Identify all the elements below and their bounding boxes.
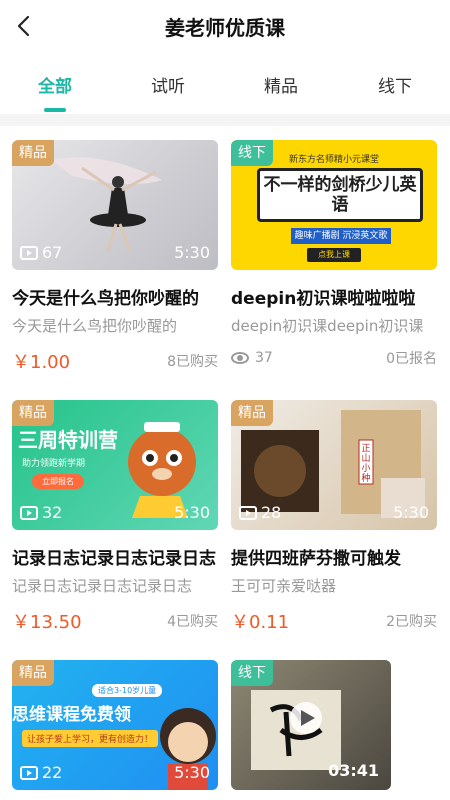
course-thumbnail: 精品 67 5:30 xyxy=(12,140,218,270)
duration: 5:30 xyxy=(174,503,210,522)
course-card[interactable]: 适合3-10岁儿童 思维课程免费领 让孩子爱上学习，更有创造力！ 精品 22 5… xyxy=(12,660,218,790)
course-card[interactable]: 三周特训营 助力领跑新学期 立即报名 精品 32 5:30 记录日志记录日志记录… xyxy=(12,400,218,634)
duration: 5:30 xyxy=(393,503,429,522)
course-card[interactable]: 精品 67 5:30 今天是什么鸟把你吵醒的 今天是什么鸟把你吵醒的 ￥1.00… xyxy=(12,140,218,374)
course-card[interactable]: 正山小种 精品 28 5:30 提供四班萨芬撒可触发 王可可亲爱哒器 ￥0.11… xyxy=(231,400,437,634)
course-price: ￥13.50 xyxy=(12,612,82,633)
course-title: 记录日志记录日志记录日志 xyxy=(12,549,216,569)
play-count: 67 xyxy=(42,243,63,262)
view-count: 37 xyxy=(255,350,273,366)
duration: 5:30 xyxy=(174,763,210,782)
tab-active-indicator xyxy=(44,108,66,112)
purchase-count: 2已购买 xyxy=(386,614,437,630)
app-header: 姜老师优质课 xyxy=(0,0,450,54)
play-count-icon xyxy=(239,505,257,520)
course-subtitle: 王可可亲爱哒器 xyxy=(231,577,337,595)
course-thumbnail: 适合3-10岁儿童 思维课程免费领 让孩子爱上学习，更有创造力！ 精品 22 5… xyxy=(12,660,218,790)
course-subtitle: deepin初识课deepin初识课 xyxy=(231,317,424,335)
play-count-icon xyxy=(20,765,38,780)
course-title: 今天是什么鸟把你吵醒的 xyxy=(12,289,199,309)
page-title: 姜老师优质课 xyxy=(165,16,285,40)
tab-premium[interactable]: 精品 xyxy=(226,72,336,97)
course-thumbnail: 新东方名师精小元课堂 不一样的剑桥少儿英语 趣味广播剧 沉浸英文歌 点我上课 线… xyxy=(231,140,437,270)
signup-count: 0已报名 xyxy=(386,351,437,367)
section-divider xyxy=(0,114,450,126)
purchase-count: 4已购买 xyxy=(167,614,218,630)
course-subtitle: 今天是什么鸟把你吵醒的 xyxy=(12,317,178,335)
premium-badge: 精品 xyxy=(12,140,54,166)
play-count: 32 xyxy=(42,503,63,522)
tab-trial[interactable]: 试听 xyxy=(113,72,223,97)
course-thumbnail: 线下 03:41 xyxy=(231,660,391,790)
offline-badge: 线下 xyxy=(231,140,273,166)
offline-badge: 线下 xyxy=(231,660,273,686)
play-count: 22 xyxy=(42,763,63,782)
tab-all[interactable]: 全部 xyxy=(0,72,110,97)
course-title: 提供四班萨芬撒可触发 xyxy=(231,549,401,569)
play-count: 28 xyxy=(261,503,282,522)
play-count-icon xyxy=(20,505,38,520)
course-card[interactable]: 新东方名师精小元课堂 不一样的剑桥少儿英语 趣味广播剧 沉浸英文歌 点我上课 线… xyxy=(231,140,437,368)
premium-badge: 精品 xyxy=(231,400,273,426)
course-card[interactable]: 线下 03:41 xyxy=(231,660,391,790)
thumb-strip-text: 趣味广播剧 沉浸英文歌 xyxy=(291,228,391,244)
premium-badge: 精品 xyxy=(12,400,54,426)
duration: 5:30 xyxy=(174,243,210,262)
course-thumbnail: 三周特训营 助力领跑新学期 立即报名 精品 32 5:30 xyxy=(12,400,218,530)
category-tabs: 全部 试听 精品 线下 xyxy=(0,54,450,114)
course-thumbnail: 正山小种 精品 28 5:30 xyxy=(231,400,437,530)
play-count-icon xyxy=(20,245,38,260)
course-title: deepin初识课啦啦啦啦 xyxy=(231,289,416,309)
course-price: ￥1.00 xyxy=(12,352,71,373)
purchase-count: 8已购买 xyxy=(167,354,218,370)
premium-badge: 精品 xyxy=(12,660,54,686)
course-subtitle: 记录日志记录日志记录日志 xyxy=(12,577,193,595)
thumb-button: 点我上课 xyxy=(307,248,361,262)
duration: 03:41 xyxy=(328,761,379,780)
tab-offline[interactable]: 线下 xyxy=(340,72,450,97)
eye-icon xyxy=(231,352,249,364)
thumb-label: 正山小种 xyxy=(361,444,371,484)
course-price: ￥0.11 xyxy=(231,612,290,633)
thumb-headline: 不一样的剑桥少儿英语 xyxy=(257,168,423,222)
